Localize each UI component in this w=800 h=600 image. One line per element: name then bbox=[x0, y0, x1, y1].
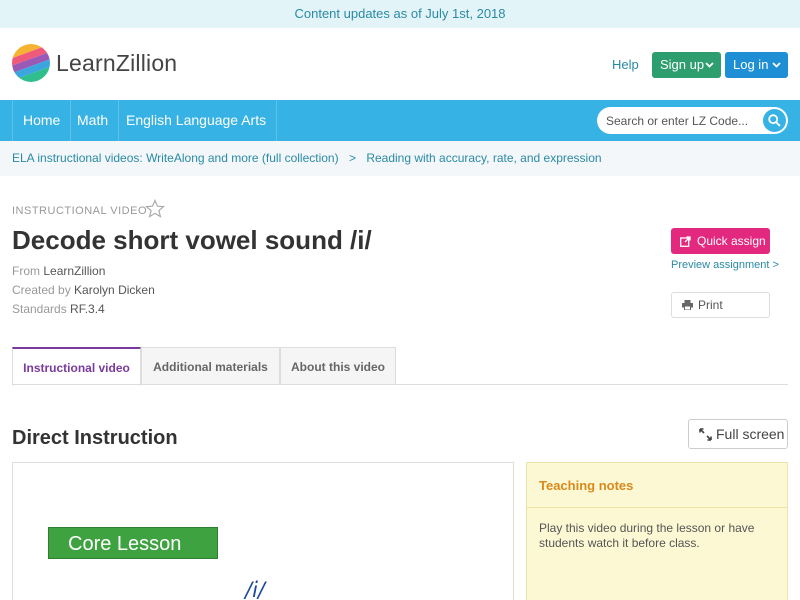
teaching-notes-panel: Teaching notes Play this video during th… bbox=[526, 462, 788, 600]
core-lesson-badge: Core Lesson bbox=[48, 527, 218, 559]
nav-item-math[interactable]: Math bbox=[67, 100, 120, 141]
share-icon bbox=[680, 236, 691, 247]
meta-standards: Standards RF.3.4 bbox=[12, 302, 105, 316]
content-update-banner: Content updates as of July 1st, 2018 bbox=[0, 0, 800, 28]
signup-button[interactable]: Sign up bbox=[652, 52, 721, 78]
meta-standards-label: Standards bbox=[12, 302, 67, 316]
quick-assign-label: Quick assign bbox=[697, 234, 766, 248]
search-input[interactable] bbox=[606, 107, 756, 134]
section-title: Direct Instruction bbox=[12, 427, 178, 449]
help-link[interactable]: Help bbox=[612, 57, 639, 72]
signup-label: Sign up bbox=[660, 57, 705, 72]
login-label: Log in bbox=[733, 57, 769, 72]
logo-wordmark[interactable]: LearnZillion bbox=[56, 50, 177, 77]
tab-about-video[interactable]: About this video bbox=[280, 347, 396, 385]
site-header: LearnZillion Help Sign up Log in bbox=[0, 28, 800, 100]
fullscreen-label: Full screen bbox=[716, 426, 785, 442]
tab-instructional-video[interactable]: Instructional video bbox=[12, 347, 141, 386]
breadcrumb-separator: > bbox=[348, 151, 356, 165]
meta-standards-value[interactable]: RF.3.4 bbox=[70, 302, 105, 316]
nav-item-home[interactable]: Home bbox=[12, 100, 72, 141]
chevron-down-icon bbox=[772, 52, 781, 88]
tab-additional-materials[interactable]: Additional materials bbox=[141, 347, 280, 385]
nav-item-ela[interactable]: English Language Arts bbox=[116, 100, 278, 141]
learnzillion-logo-icon[interactable] bbox=[12, 44, 50, 82]
meta-created: Created by Karolyn Dicken bbox=[12, 283, 155, 297]
preview-assignment-link[interactable]: Preview assignment > bbox=[671, 259, 779, 271]
expand-icon bbox=[699, 428, 712, 441]
tabs-divider bbox=[12, 384, 788, 385]
search-box bbox=[597, 107, 788, 134]
meta-created-label: Created by bbox=[12, 283, 71, 297]
breadcrumb-item-topic[interactable]: Reading with accuracy, rate, and express… bbox=[366, 151, 601, 165]
breadcrumb: ELA instructional videos: WriteAlong and… bbox=[0, 141, 800, 176]
meta-from-label: From bbox=[12, 264, 40, 278]
login-button[interactable]: Log in bbox=[725, 52, 788, 78]
banner-text: Content updates as of July 1st, 2018 bbox=[294, 6, 506, 21]
print-label: Print bbox=[698, 298, 723, 312]
fullscreen-button[interactable]: Full screen bbox=[688, 419, 788, 449]
print-button[interactable]: Print bbox=[671, 292, 770, 318]
meta-from-value[interactable]: LearnZillion bbox=[43, 264, 105, 278]
video-player[interactable]: Core Lesson /i/ bbox=[12, 462, 514, 600]
meta-from: From LearnZillion bbox=[12, 264, 105, 278]
phoneme-text: /i/ bbox=[245, 578, 265, 600]
teaching-notes-title: Teaching notes bbox=[527, 463, 787, 508]
quick-assign-button[interactable]: Quick assign bbox=[671, 228, 770, 254]
content-type-label: INSTRUCTIONAL VIDEO bbox=[12, 205, 147, 217]
chevron-down-icon bbox=[705, 52, 714, 88]
breadcrumb-item-collection[interactable]: ELA instructional videos: WriteAlong and… bbox=[12, 151, 339, 165]
main-navbar: Home Math English Language Arts bbox=[0, 100, 800, 141]
printer-icon bbox=[682, 300, 693, 310]
star-icon[interactable] bbox=[144, 199, 166, 224]
teaching-notes-body: Play this video during the lesson or hav… bbox=[539, 521, 755, 550]
search-button[interactable] bbox=[763, 109, 786, 132]
search-icon bbox=[768, 114, 781, 127]
meta-created-value[interactable]: Karolyn Dicken bbox=[74, 283, 155, 297]
page-title: Decode short vowel sound /i/ bbox=[12, 225, 372, 255]
